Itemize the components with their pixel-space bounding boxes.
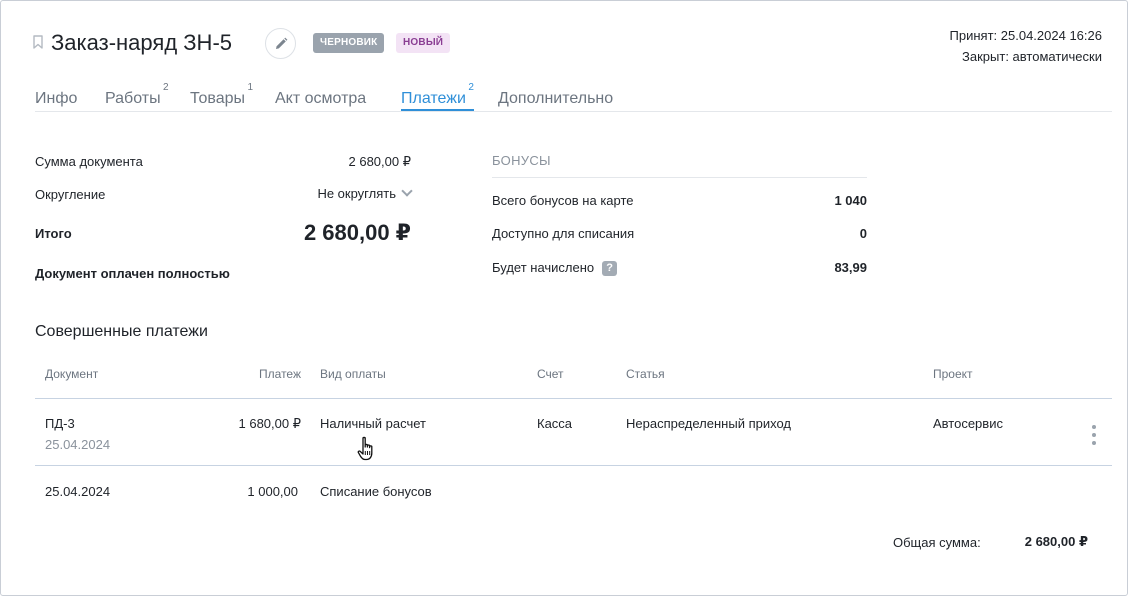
status-badge-new: НОВЫЙ — [396, 33, 451, 53]
bonus-accrual-value: 83,99 — [834, 260, 867, 275]
bonus-total-label: Всего бонусов на карте — [492, 193, 634, 208]
tab-additional[interactable]: Дополнительно — [498, 90, 613, 108]
payment-method: Списание бонусов — [320, 484, 432, 499]
payments-total-label: Общая сумма: — [893, 535, 981, 550]
rounding-select[interactable]: Не округлять — [317, 185, 413, 201]
edit-title-button[interactable] — [265, 28, 296, 59]
col-account[interactable]: Счет — [537, 367, 564, 381]
tab-count: 2 — [163, 82, 169, 93]
payment-article: Нераспределенный приход — [626, 416, 791, 431]
active-tab-indicator — [401, 109, 474, 111]
tab-goods[interactable]: Товары 1 — [190, 82, 253, 108]
payment-status: Документ оплачен полностью — [35, 266, 230, 281]
col-method[interactable]: Вид оплаты — [320, 367, 386, 381]
bonus-total-value: 1 040 — [834, 193, 867, 208]
payment-doc-link[interactable]: ПД-3 — [45, 416, 75, 431]
total-value: 2 680,00 ₽ — [303, 220, 411, 245]
closed-status: Закрыт: автоматически — [962, 49, 1102, 64]
tab-info[interactable]: Инфо — [35, 90, 77, 108]
tab-works[interactable]: Работы 2 — [105, 82, 169, 108]
payment-date: 25.04.2024 — [45, 437, 111, 452]
page-title: Заказ-наряд ЗН-5 — [51, 30, 233, 55]
tab-payments[interactable]: Платежи 2 — [401, 82, 474, 108]
doc-sum-value: 2 680,00 ₽ — [348, 154, 412, 169]
col-document[interactable]: Документ — [45, 367, 98, 381]
table-row[interactable] — [35, 399, 1112, 465]
payments-title: Совершенные платежи — [35, 323, 208, 340]
payment-project: Автосервис — [933, 416, 1003, 431]
total-label: Итого — [35, 226, 72, 241]
bonuses-title: БОНУСЫ — [492, 153, 551, 168]
payments-total-value: 2 680,00 ₽ — [1024, 534, 1088, 549]
col-amount[interactable]: Платеж — [259, 367, 301, 381]
accepted-date: Принят: 25.04.2024 16:26 — [949, 28, 1102, 43]
rounding-value: Не округлять — [317, 186, 396, 201]
bonus-accrual-label: Будет начислено — [492, 260, 595, 275]
hand-pointer-icon — [357, 436, 373, 461]
rounding-label: Округление — [35, 187, 106, 202]
payment-method: Наличный расчет — [320, 416, 426, 431]
question-icon[interactable]: ? — [602, 261, 618, 277]
payment-amount: 1 680,00 ₽ — [238, 416, 302, 431]
col-project[interactable]: Проект — [933, 367, 973, 381]
bonus-available-value: 0 — [859, 226, 867, 241]
tabs-divider — [35, 111, 1112, 112]
doc-sum-label: Сумма документа — [35, 154, 143, 169]
chevron-down-icon — [401, 185, 413, 197]
bonus-accrual-row: Будет начислено? — [492, 260, 618, 277]
pencil-icon — [275, 37, 287, 49]
bonuses-divider — [492, 177, 867, 178]
payment-amount: 1 000,00 — [247, 484, 298, 499]
bonus-available-label: Доступно для списания — [492, 226, 635, 241]
tab-count: 1 — [247, 82, 254, 93]
more-vertical-icon[interactable] — [1090, 425, 1098, 445]
bookmark-icon[interactable] — [33, 35, 43, 49]
tab-count: 2 — [468, 82, 474, 93]
table-row[interactable] — [35, 466, 1112, 516]
status-badge-draft: ЧЕРНОВИК — [313, 33, 385, 53]
payment-doc-date: 25.04.2024 — [45, 484, 111, 499]
payment-account: Касса — [537, 416, 573, 431]
tab-inspection[interactable]: Акт осмотра — [275, 90, 366, 108]
col-article[interactable]: Статья — [626, 367, 665, 381]
